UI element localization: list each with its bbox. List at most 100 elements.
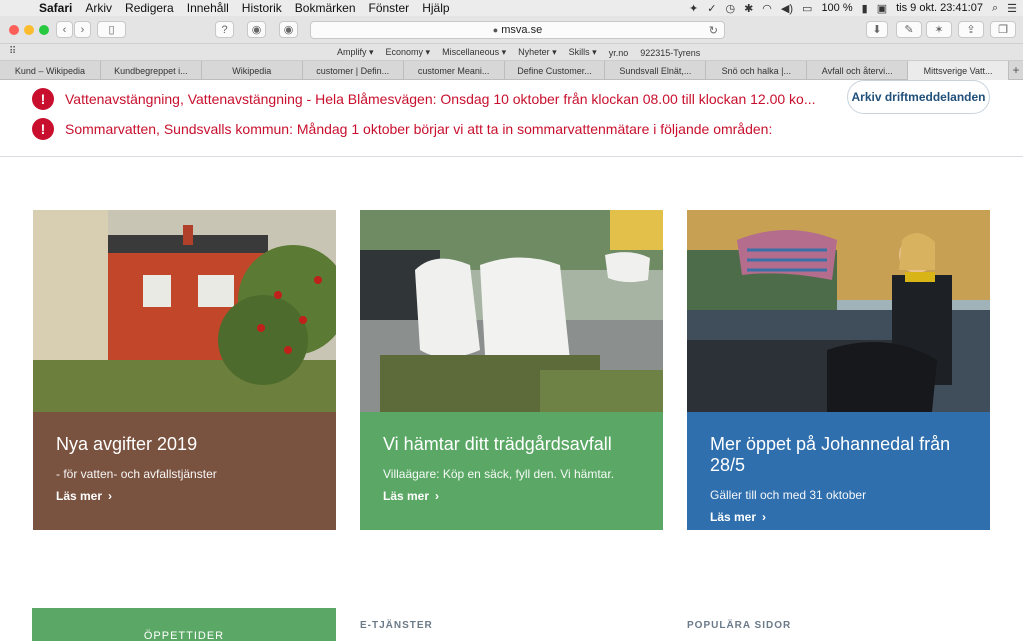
web-page: ! Vattenavstängning, Vattenavstängning -… bbox=[0, 80, 1023, 641]
tab-wikipedia[interactable]: Wikipedia bbox=[202, 61, 303, 80]
read-more-link[interactable]: Läs mer › bbox=[710, 510, 967, 524]
menu-status-area: ✦ ✓ ◷ ✱ ◠ ◀) ▭ 100 % ▮ ▣ tis 9 okt. 23:4… bbox=[689, 0, 1017, 16]
eservices-heading: E-TJÄNSTER bbox=[360, 620, 433, 631]
card-image-recycling-center bbox=[687, 210, 990, 412]
top-sites-grid-icon[interactable]: ⠿ bbox=[9, 46, 16, 57]
card-image-garden-bags bbox=[360, 210, 663, 412]
menu-clock[interactable]: tis 9 okt. 23:41:07 bbox=[896, 2, 983, 14]
tab-kundbegreppet[interactable]: Kundbegreppet i... bbox=[101, 61, 202, 80]
card-image-house bbox=[33, 210, 336, 412]
favorite-tyrens[interactable]: 922315-Tyrens bbox=[640, 48, 700, 58]
extension-1password-icon[interactable]: ◉ bbox=[247, 21, 266, 38]
card-title[interactable]: Mer öppet på Johannedal från 28/5 bbox=[710, 434, 967, 476]
tab-mittsverige-vatten[interactable]: Mittsverige Vatt... bbox=[908, 61, 1010, 80]
downloads-icon[interactable]: ⬇ bbox=[866, 21, 888, 38]
new-tab-button[interactable]: + bbox=[1009, 61, 1023, 79]
alert-item[interactable]: ! Vattenavstängning, Vattenavstängning -… bbox=[32, 87, 816, 111]
read-more-link[interactable]: Läs mer › bbox=[383, 489, 640, 503]
card-garden-waste[interactable]: Vi hämtar ditt trädgårdsavfall Villaägar… bbox=[360, 210, 663, 530]
read-more-label[interactable]: Läs mer bbox=[710, 510, 756, 524]
alert-icon: ! bbox=[32, 88, 54, 110]
card-subtitle: Gäller till och med 31 oktober bbox=[710, 488, 867, 502]
menu-app-name[interactable]: Safari bbox=[39, 1, 72, 15]
sidebar-toggle-button[interactable]: ▯ bbox=[97, 21, 126, 38]
window-minimize-button[interactable] bbox=[24, 25, 34, 35]
card-body: Mer öppet på Johannedal från 28/5 Gäller… bbox=[687, 412, 990, 530]
tab-kund-wikipedia[interactable]: Kund – Wikipedia bbox=[0, 61, 101, 80]
checkmark-icon[interactable]: ✓ bbox=[707, 2, 716, 15]
forward-button[interactable]: › bbox=[74, 21, 91, 38]
back-button[interactable]: ‹ bbox=[56, 21, 73, 38]
alert-text[interactable]: Sommarvatten, Sundsvalls kommun: Måndag … bbox=[65, 121, 772, 137]
extension-help-icon[interactable]: ? bbox=[215, 21, 234, 38]
menu-arkiv[interactable]: Arkiv bbox=[85, 1, 112, 15]
menu-innehall[interactable]: Innehåll bbox=[187, 1, 229, 15]
card-johannedal[interactable]: Mer öppet på Johannedal från 28/5 Gäller… bbox=[687, 210, 990, 530]
card-body: Nya avgifter 2019 - för vatten- och avfa… bbox=[33, 412, 336, 530]
reader-icon[interactable]: ✶ bbox=[926, 21, 952, 38]
opening-hours-panel[interactable]: ÖPPETTIDER bbox=[32, 608, 336, 641]
favorites-bar: ⠿ Amplify ▾ Economy ▾ Miscellaneous ▾ Ny… bbox=[0, 44, 1023, 61]
battery-icon[interactable]: ▮ bbox=[862, 2, 868, 15]
alert-icon: ! bbox=[32, 118, 54, 140]
wifi-icon[interactable]: ◠ bbox=[762, 2, 772, 15]
time-machine-icon[interactable]: ◷ bbox=[725, 2, 735, 15]
card-title[interactable]: Nya avgifter 2019 bbox=[56, 434, 313, 455]
bluetooth-icon[interactable]: ✱ bbox=[744, 2, 753, 15]
browser-toolbar: ‹ › ▯ ? ◉ ◉ ● msva.se ↻ ⬇ ✎ ✶ ⇪ ❐ bbox=[0, 16, 1023, 44]
window-close-button[interactable] bbox=[9, 25, 19, 35]
address-bar[interactable]: ● msva.se ↻ bbox=[310, 21, 725, 39]
card-new-fees[interactable]: Nya avgifter 2019 - för vatten- och avfa… bbox=[33, 210, 336, 530]
notes-icon[interactable]: ✎ bbox=[896, 21, 922, 38]
opening-hours-label[interactable]: ÖPPETTIDER bbox=[144, 630, 224, 641]
alert-text[interactable]: Vattenavstängning, Vattenavstängning - H… bbox=[65, 91, 816, 107]
menu-bokmarken[interactable]: Bokmärken bbox=[295, 1, 356, 15]
chevron-right-icon: › bbox=[435, 489, 440, 503]
menu-fonster[interactable]: Fönster bbox=[369, 1, 410, 15]
tab-customer-meaning[interactable]: customer Meani... bbox=[404, 61, 505, 80]
favorite-amplify[interactable]: Amplify ▾ bbox=[337, 47, 374, 58]
tab-sno-och-halka[interactable]: Snö och halka |... bbox=[706, 61, 808, 80]
read-more-label[interactable]: Läs mer bbox=[56, 489, 102, 503]
favorite-miscellaneous[interactable]: Miscellaneous ▾ bbox=[442, 47, 506, 58]
tab-avfall[interactable]: Avfall och återvi... bbox=[807, 61, 909, 80]
lock-icon: ● bbox=[492, 25, 499, 35]
card-subtitle: - för vatten- och avfallstjänster bbox=[56, 467, 217, 481]
popular-pages-heading: POPULÄRA SIDOR bbox=[687, 620, 792, 631]
airplay-icon[interactable]: ▭ bbox=[802, 2, 812, 15]
favorite-skills[interactable]: Skills ▾ bbox=[569, 47, 597, 58]
volume-icon[interactable]: ◀) bbox=[781, 2, 793, 15]
menu-hjalp[interactable]: Hjälp bbox=[422, 1, 449, 15]
address-bar-url[interactable]: msva.se bbox=[501, 24, 542, 36]
card-title[interactable]: Vi hämtar ditt trädgårdsavfall bbox=[383, 434, 640, 455]
spotlight-search-icon[interactable]: ⌕ bbox=[992, 2, 998, 15]
card-body: Vi hämtar ditt trädgårdsavfall Villaägar… bbox=[360, 412, 663, 530]
tab-bar: Kund – Wikipedia Kundbegreppet i... Wiki… bbox=[0, 61, 1023, 80]
menu-redigera[interactable]: Redigera bbox=[125, 1, 174, 15]
input-source-icon[interactable]: ▣ bbox=[877, 2, 887, 15]
dropbox-icon[interactable]: ✦ bbox=[689, 2, 698, 15]
alerts-section: ! Vattenavstängning, Vattenavstängning -… bbox=[0, 80, 1023, 157]
tab-define-customer[interactable]: Define Customer... bbox=[505, 61, 606, 80]
read-more-label[interactable]: Läs mer bbox=[383, 489, 429, 503]
favorite-economy[interactable]: Economy ▾ bbox=[386, 47, 431, 58]
reload-icon[interactable]: ↻ bbox=[709, 24, 718, 37]
tab-sundsvall-elnat[interactable]: Sundsvall Elnät,... bbox=[605, 61, 707, 80]
favorite-yr[interactable]: yr.no bbox=[609, 48, 629, 58]
archive-notices-button[interactable]: Arkiv driftmeddelanden bbox=[847, 80, 990, 114]
battery-percentage: 100 % bbox=[821, 2, 853, 14]
favorite-nyheter[interactable]: Nyheter ▾ bbox=[518, 47, 557, 58]
show-tabs-icon[interactable]: ❐ bbox=[990, 21, 1016, 38]
read-more-link[interactable]: Läs mer › bbox=[56, 489, 313, 503]
menu-historik[interactable]: Historik bbox=[242, 1, 282, 15]
extension-ghostery-icon[interactable]: ◉ bbox=[279, 21, 298, 38]
card-subtitle: Villaägare: Köp en säck, fyll den. Vi hä… bbox=[383, 467, 615, 481]
alert-item[interactable]: ! Sommarvatten, Sundsvalls kommun: Månda… bbox=[32, 117, 772, 141]
macos-menu-bar: Safari Arkiv Redigera Innehåll Historik … bbox=[0, 0, 1023, 16]
tab-customer-defin[interactable]: customer | Defin... bbox=[303, 61, 404, 80]
notification-center-icon[interactable]: ☰ bbox=[1007, 2, 1017, 15]
chevron-right-icon: › bbox=[108, 489, 113, 503]
share-icon[interactable]: ⇪ bbox=[958, 21, 984, 38]
chevron-right-icon: › bbox=[762, 510, 767, 524]
window-zoom-button[interactable] bbox=[39, 25, 49, 35]
